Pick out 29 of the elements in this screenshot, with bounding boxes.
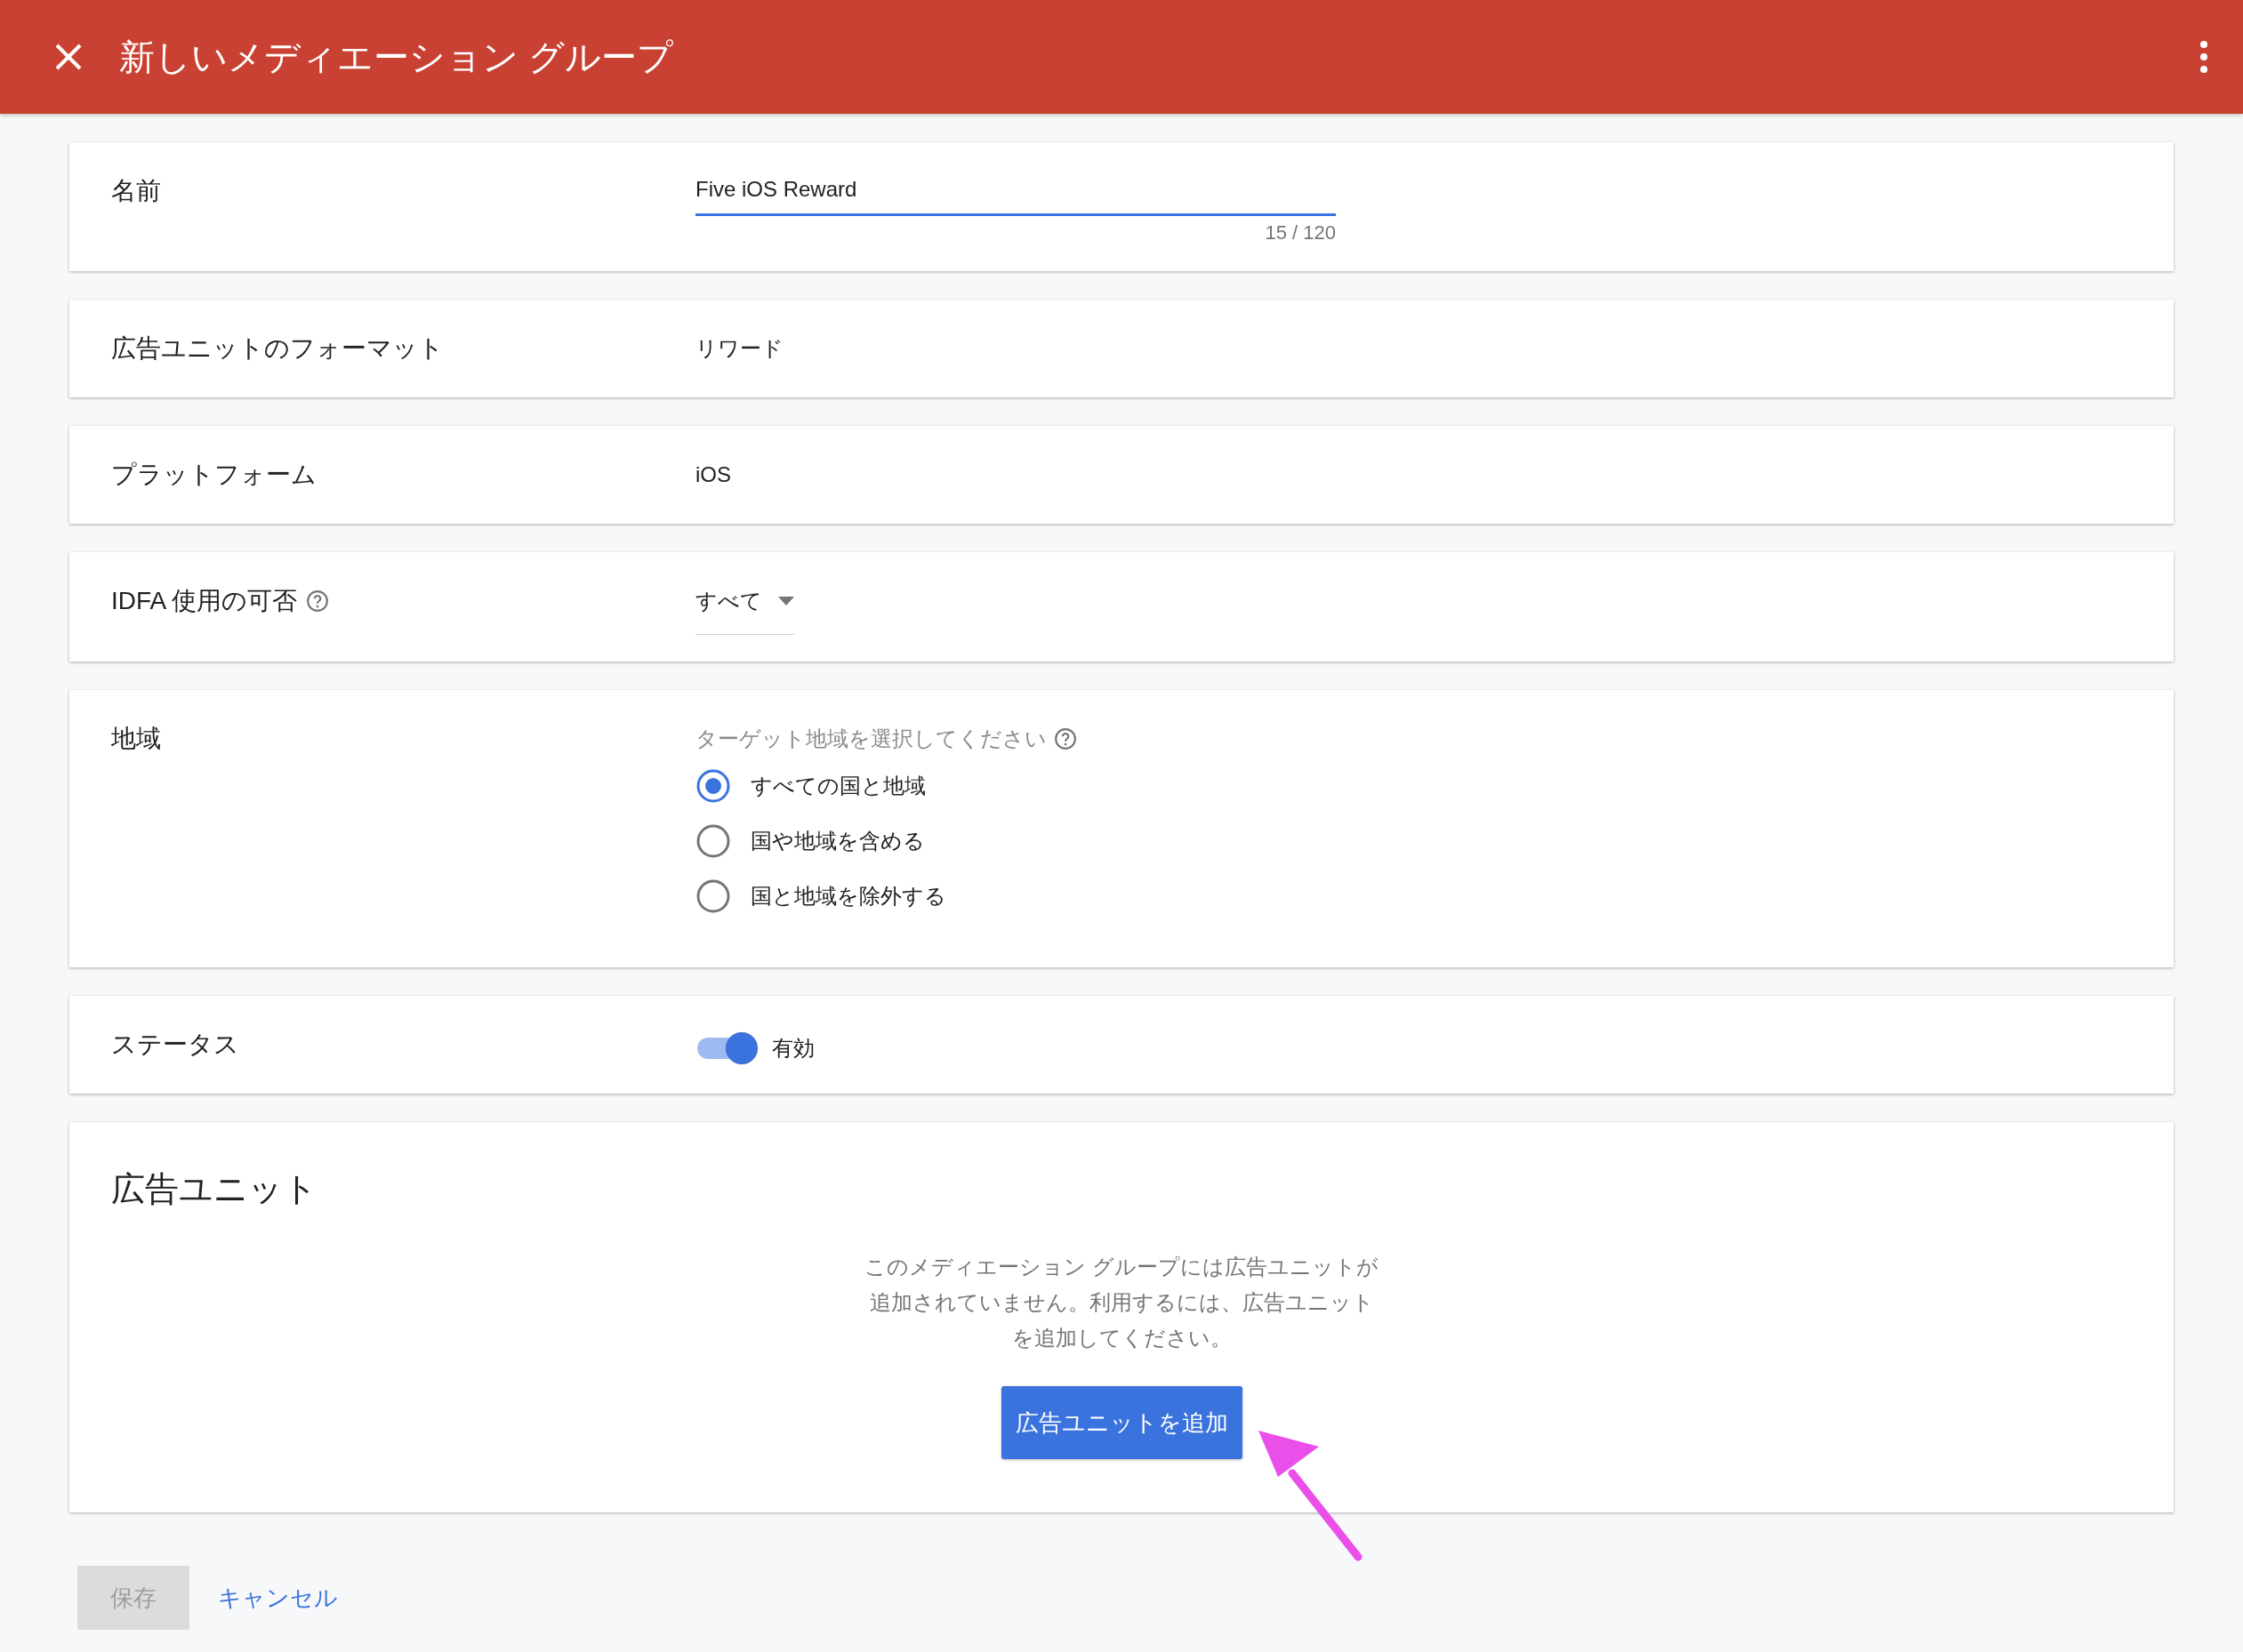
field-label: 広告ユニットのフォーマット xyxy=(111,333,444,364)
help-icon[interactable] xyxy=(306,589,330,613)
caret-icon xyxy=(778,597,794,605)
region-hint: ターゲット地域を選択してください xyxy=(695,726,1047,752)
close-icon[interactable] xyxy=(53,42,84,72)
add-ad-unit-button[interactable]: 広告ユニットを追加 xyxy=(1001,1386,1242,1459)
radio-button[interactable] xyxy=(695,768,731,804)
radio-label: すべての国と地域 xyxy=(751,773,926,799)
field-label: ステータス xyxy=(111,1030,239,1060)
cancel-link[interactable]: キャンセル xyxy=(218,1582,338,1614)
field-label: プラットフォーム xyxy=(111,460,317,490)
toggle-label: 有効 xyxy=(772,1035,815,1062)
page-title: 新しいメディエーション グループ xyxy=(119,36,675,78)
idfa-dropdown[interactable]: すべて xyxy=(695,579,794,635)
section-title: 広告ユニット xyxy=(111,1169,318,1209)
name-input-field[interactable]: Five iOS Reward xyxy=(695,169,1336,216)
field-value: iOS xyxy=(695,462,731,486)
radio-label: 国や地域を含める xyxy=(751,828,925,854)
radio-label: 国と地域を除外する xyxy=(751,883,946,910)
status-toggle[interactable] xyxy=(695,1030,760,1066)
empty-message: このメディエーション グループには広告ユニットが追加されていません。利用するには、広告ユニットを追加してください。 xyxy=(864,1254,1379,1351)
field-label: 地域 xyxy=(111,724,161,754)
field-label: 名前 xyxy=(111,176,161,206)
help-icon[interactable] xyxy=(1054,727,1077,750)
field-label: IDFA 使用の可否 xyxy=(111,586,298,616)
radio-button[interactable] xyxy=(695,878,731,914)
character-counter: 15 / 120 xyxy=(1264,221,1336,245)
radio-button[interactable] xyxy=(695,823,731,859)
field-value: リワード xyxy=(695,336,784,360)
